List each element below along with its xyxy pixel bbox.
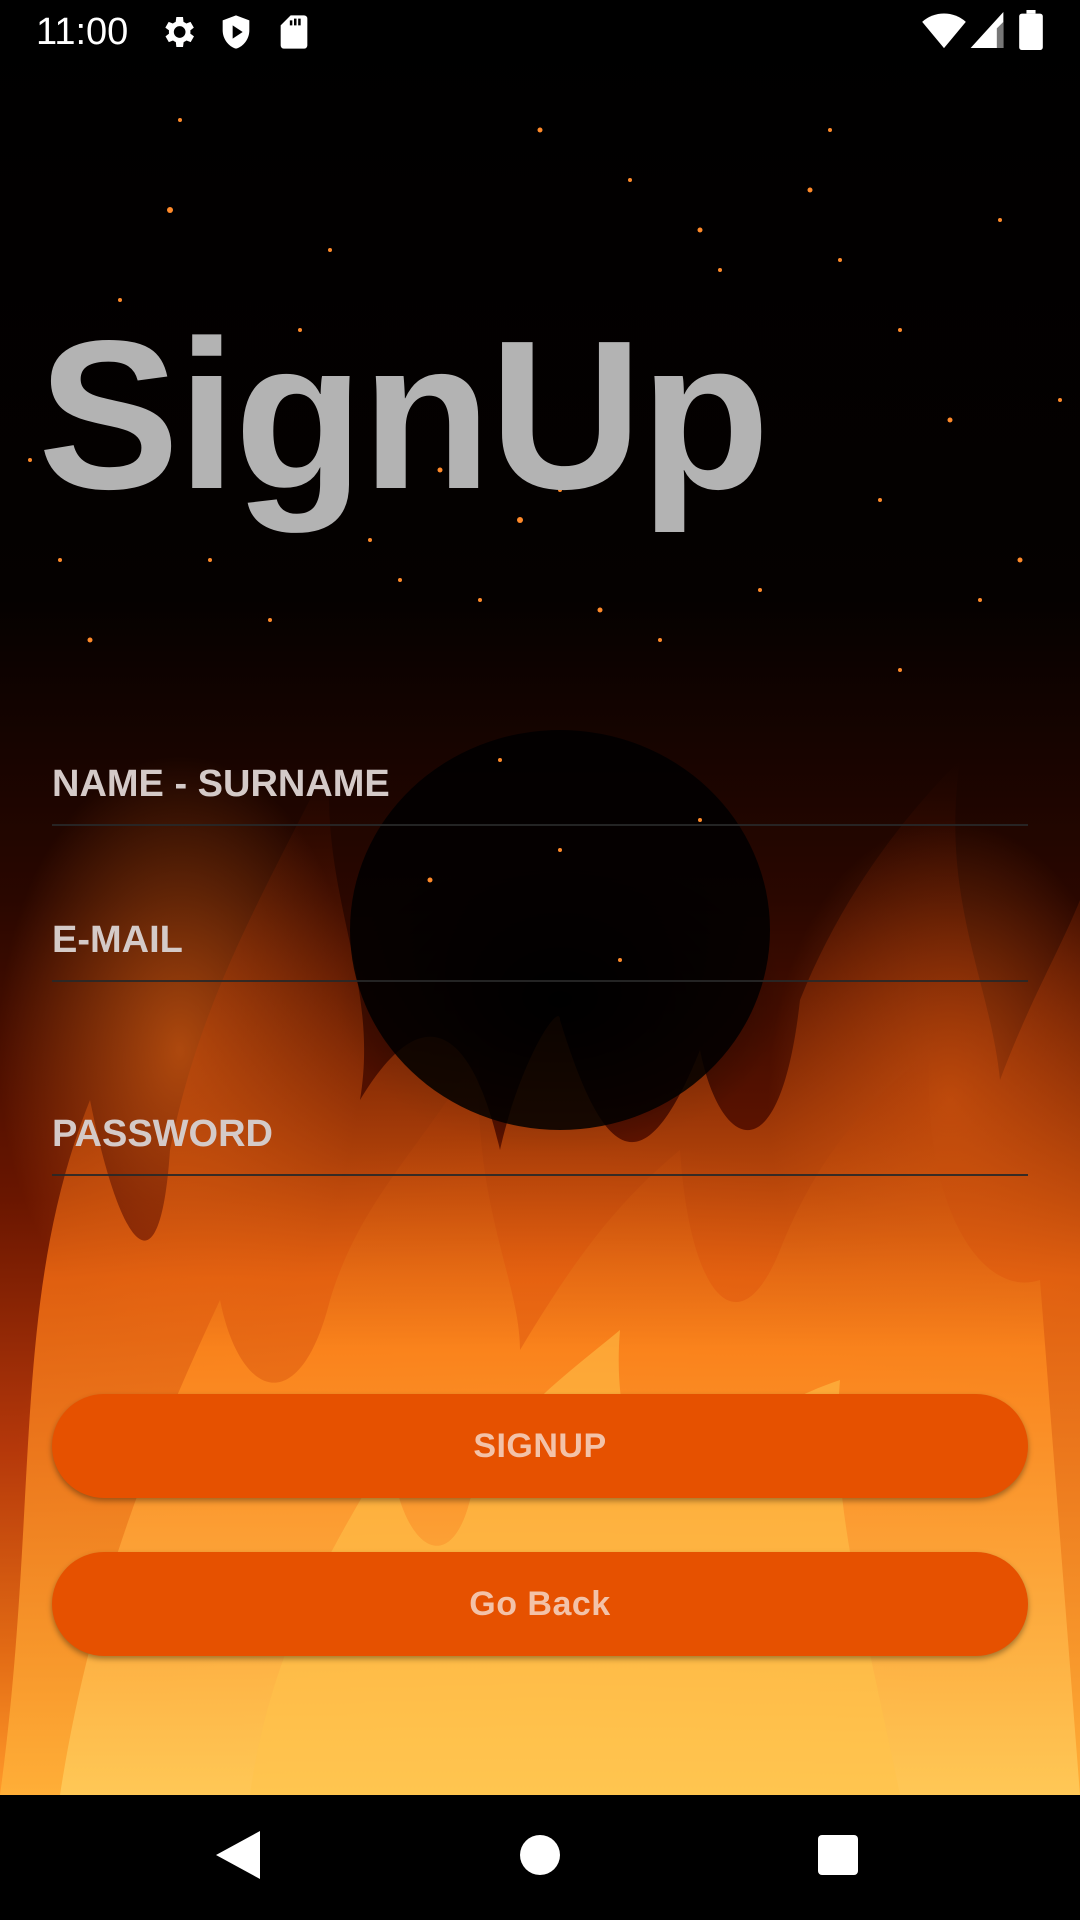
navigation-bar: [0, 1795, 1080, 1920]
email-input[interactable]: [52, 900, 1028, 980]
go-back-button[interactable]: Go Back: [52, 1552, 1028, 1656]
email-field-container: [52, 900, 1028, 982]
status-time: 11:00: [36, 11, 129, 53]
page-title: SignUp: [38, 296, 770, 533]
recents-icon: [818, 1835, 858, 1880]
nav-home-button[interactable]: [480, 1795, 600, 1920]
nav-back-button[interactable]: [178, 1795, 298, 1920]
back-icon: [216, 1831, 260, 1884]
settings-icon: [158, 12, 198, 57]
fire-background-image: [0, 0, 1080, 1795]
home-icon: [520, 1835, 560, 1880]
signup-button[interactable]: SIGNUP: [52, 1394, 1028, 1498]
wifi-icon: [922, 10, 966, 55]
cellular-signal-icon: [970, 12, 1004, 53]
signup-screen: 11:00 SignUp SIGNUP Go Back: [0, 0, 1080, 1920]
name-surname-field-container: [52, 744, 1028, 826]
password-field-container: [52, 1094, 1028, 1176]
battery-icon: [1018, 10, 1044, 55]
sd-card-icon: [274, 12, 314, 57]
nav-recents-button[interactable]: [778, 1795, 898, 1920]
name-surname-input[interactable]: [52, 744, 1028, 824]
flames-illustration: [0, 118, 1080, 1795]
password-input[interactable]: [52, 1094, 1028, 1174]
status-bar: 11:00: [0, 0, 1080, 64]
shield-icon: [216, 12, 256, 57]
